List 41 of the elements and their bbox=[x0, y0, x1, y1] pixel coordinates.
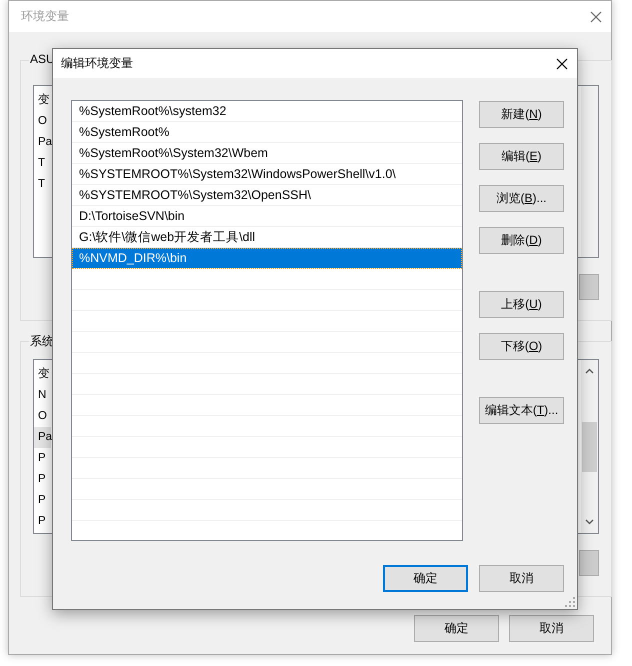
close-icon[interactable] bbox=[555, 56, 569, 70]
path-item[interactable]: %SYSTEMROOT%\System32\WindowsPowerShell\v1.0\ bbox=[72, 164, 462, 185]
dialog-button[interactable]: 编辑文本(T)... bbox=[479, 397, 564, 424]
list-item[interactable]: P bbox=[34, 490, 51, 511]
list-item[interactable]: Pa bbox=[34, 132, 51, 153]
path-item[interactable]: %SystemRoot%\system32 bbox=[72, 101, 462, 122]
cancel-button[interactable]: 取消 bbox=[479, 565, 564, 592]
scroll-down-icon[interactable] bbox=[585, 519, 594, 525]
path-item[interactable]: %SystemRoot%\System32\Wbem bbox=[72, 143, 462, 164]
path-item[interactable]: D:\TortoiseSVN\bin bbox=[72, 206, 462, 227]
list-item[interactable]: Pa bbox=[34, 427, 51, 448]
scroll-up-icon[interactable] bbox=[585, 368, 594, 374]
path-item[interactable]: %SYSTEMROOT%\System32\OpenSSH\ bbox=[72, 185, 462, 206]
list-item[interactable]: O bbox=[34, 111, 51, 132]
path-item[interactable]: %SystemRoot% bbox=[72, 122, 462, 143]
dialog-button[interactable]: 新建(N) bbox=[479, 101, 564, 128]
scroll-bar[interactable] bbox=[581, 86, 598, 257]
dialog-button[interactable]: 删除(D) bbox=[479, 227, 564, 254]
dialog-button[interactable]: 编辑(E) bbox=[479, 143, 564, 170]
list-item[interactable]: O bbox=[34, 406, 51, 427]
list-item[interactable]: P bbox=[34, 469, 51, 490]
window-button[interactable] bbox=[579, 550, 599, 576]
dialog-button[interactable]: 浏览(B)... bbox=[479, 185, 564, 212]
list-item[interactable]: P bbox=[34, 511, 51, 532]
scroll-bar[interactable] bbox=[581, 360, 598, 533]
list-item[interactable]: N bbox=[34, 385, 51, 406]
dialog-button[interactable]: 下移(O) bbox=[479, 333, 564, 360]
window-button[interactable]: 取消 bbox=[509, 615, 594, 642]
list-item[interactable]: 变 bbox=[34, 90, 51, 111]
list-item[interactable]: T bbox=[34, 174, 51, 195]
window-button[interactable]: 确定 bbox=[414, 615, 499, 642]
dialog-button[interactable]: 上移(U) bbox=[479, 291, 564, 318]
ok-button[interactable]: 确定 bbox=[383, 565, 468, 592]
dialog-title: 编辑环境变量 bbox=[61, 55, 133, 72]
list-item[interactable]: T bbox=[34, 153, 51, 174]
window-button[interactable] bbox=[579, 274, 599, 300]
window-title: 环境变量 bbox=[21, 8, 69, 25]
path-item[interactable]: %NVMD_DIR%\bin bbox=[72, 248, 462, 269]
resize-grip-icon[interactable] bbox=[565, 597, 575, 607]
list-item[interactable]: P bbox=[34, 448, 51, 469]
list-item[interactable]: 变 bbox=[34, 364, 51, 385]
